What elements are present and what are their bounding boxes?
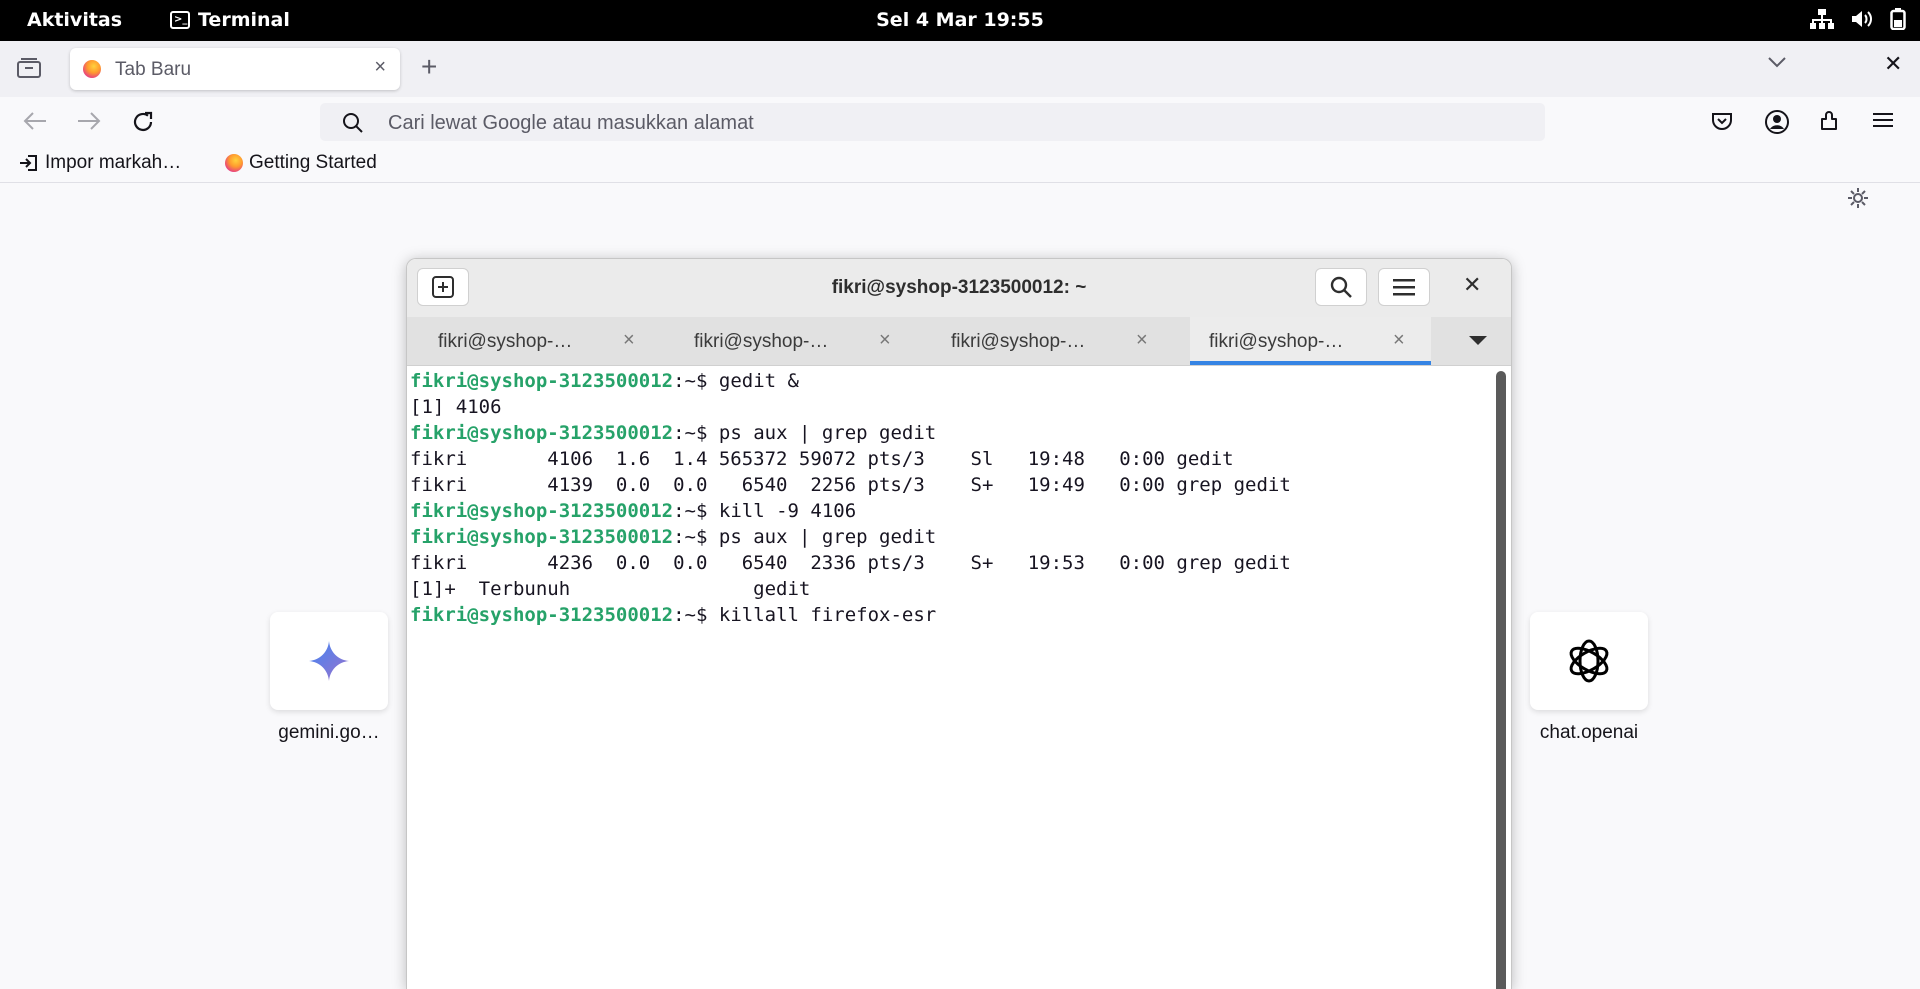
app-menu-label: Terminal [198, 9, 290, 31]
battery-icon [1890, 8, 1906, 30]
activities-button[interactable]: Aktivitas [27, 9, 122, 31]
hamburger-menu-icon [1393, 279, 1415, 296]
shell-prompt: fikri@syshop-3123500012 [410, 526, 674, 548]
top-bar: Aktivitas >_ Terminal Sel 4 Mar 19:55 [0, 0, 1920, 41]
prompt-suffix: :~$ [673, 604, 719, 626]
terminal-command-line: fikri@syshop-3123500012:~$ gedit & [410, 368, 1495, 394]
bookmarks-toolbar: Impor markah… Getting Started [0, 147, 1920, 183]
openai-logo-icon [1569, 639, 1609, 683]
new-tab-button[interactable] [417, 268, 469, 306]
terminal-scrollbar[interactable] [1496, 371, 1506, 989]
command-text: ps aux | grep gedit [718, 422, 937, 444]
account-icon[interactable] [1764, 109, 1790, 135]
shell-prompt: fikri@syshop-3123500012 [410, 422, 674, 444]
app-menu[interactable]: >_ Terminal [170, 9, 290, 31]
terminal-output-line: fikri 4236 0.0 0.0 6540 2336 pts/3 S+ 19… [410, 550, 1495, 576]
chevron-down-icon[interactable] [1767, 55, 1787, 69]
browser-tab-strip: Tab Baru × + ✕ [0, 41, 1920, 97]
bookmark-label: Impor markah… [45, 152, 182, 173]
firefox-favicon-icon [83, 60, 101, 78]
terminal-window: fikri@syshop-3123500012: ~ ✕ fikri@sysho… [406, 258, 1512, 989]
terminal-command-line: fikri@syshop-3123500012:~$ ps aux | grep… [410, 524, 1495, 550]
prompt-suffix: :~$ [673, 370, 719, 392]
terminal-command-line: fikri@syshop-3123500012:~$ killall firef… [410, 602, 1495, 628]
terminal-tab[interactable]: fikri@syshop-… × [920, 317, 1161, 365]
search-icon [1330, 276, 1352, 298]
gear-icon[interactable] [1847, 187, 1869, 209]
output-text: fikri 4106 1.6 1.4 565372 59072 pts/3 Sl… [410, 448, 1234, 470]
shortcut-tile-openai[interactable] [1530, 612, 1648, 710]
browser-tab[interactable]: Tab Baru × [70, 48, 400, 90]
terminal-app-icon: >_ [170, 11, 190, 29]
pocket-icon[interactable] [1710, 109, 1734, 133]
terminal-tab-bar: fikri@syshop-… × fikri@syshop-… × fikri@… [407, 317, 1511, 366]
prompt-suffix: :~$ [673, 500, 719, 522]
new-tab-button[interactable]: + [421, 51, 437, 83]
terminal-tab[interactable]: fikri@syshop-… × [663, 317, 904, 365]
terminal-output-line: fikri 4106 1.6 1.4 565372 59072 pts/3 Sl… [410, 446, 1495, 472]
reload-icon[interactable] [131, 110, 155, 134]
tab-overflow-dropdown-icon[interactable] [1469, 336, 1487, 345]
shortcut-tile-gemini[interactable] [270, 612, 388, 710]
terminal-command-line: fikri@syshop-3123500012:~$ kill -9 4106 [410, 498, 1495, 524]
prompt-suffix: :~$ [673, 526, 719, 548]
output-text: [1] 4106 [410, 396, 502, 418]
terminal-output[interactable]: fikri@syshop-3123500012:~$ gedit & [1] 41… [410, 368, 1495, 988]
url-bar[interactable]: Cari lewat Google atau masukkan alamat [320, 103, 1545, 141]
bookmark-import[interactable]: Impor markah… [19, 152, 181, 174]
browser-nav-bar: Cari lewat Google atau masukkan alamat [0, 97, 1920, 147]
search-icon [343, 113, 363, 133]
shell-prompt: fikri@syshop-3123500012 [410, 604, 674, 626]
terminal-search-button[interactable] [1315, 268, 1367, 306]
prompt-suffix: :~$ [673, 422, 719, 444]
firefox-favicon-icon [225, 154, 243, 172]
terminal-headerbar: fikri@syshop-3123500012: ~ ✕ [407, 259, 1511, 318]
close-tab-icon[interactable]: × [1136, 329, 1148, 352]
terminal-menu-button[interactable] [1378, 268, 1430, 306]
terminal-output-line: [1]+ Terbunuh gedit [410, 576, 1495, 602]
new-tab-icon [432, 276, 454, 298]
window-close-icon[interactable]: ✕ [1884, 51, 1902, 77]
terminal-tab-label: fikri@syshop-… [438, 331, 573, 352]
output-text: fikri 4236 0.0 0.0 6540 2336 pts/3 S+ 19… [410, 552, 1291, 574]
firefox-view-icon[interactable] [16, 57, 42, 79]
close-tab-icon[interactable]: × [374, 56, 386, 79]
shell-prompt: fikri@syshop-3123500012 [410, 370, 674, 392]
close-icon[interactable]: ✕ [1463, 272, 1481, 298]
bookmark-label: Getting Started [249, 152, 377, 173]
clock[interactable]: Sel 4 Mar 19:55 [876, 9, 1044, 31]
terminal-tab[interactable]: fikri@syshop-… × [407, 317, 648, 365]
terminal-output-line: fikri 4139 0.0 0.0 6540 2256 pts/3 S+ 19… [410, 472, 1495, 498]
volume-icon [1852, 11, 1872, 27]
system-tray[interactable] [1810, 8, 1906, 30]
shortcut-label: gemini.go… [278, 722, 380, 743]
terminal-tab-label: fikri@syshop-… [1209, 331, 1344, 352]
command-text: ps aux | grep gedit [718, 526, 937, 548]
gemini-sparkle-icon [309, 641, 349, 681]
command-text: gedit & [718, 370, 799, 392]
back-arrow-icon[interactable] [22, 110, 48, 132]
terminal-tab-active[interactable]: fikri@syshop-… × [1190, 317, 1431, 365]
bookmark-getting-started[interactable]: Getting Started [225, 152, 377, 174]
forward-arrow-icon[interactable] [76, 110, 102, 132]
close-tab-icon[interactable]: × [1393, 329, 1405, 352]
close-tab-icon[interactable]: × [623, 329, 635, 352]
output-text: fikri 4139 0.0 0.0 6540 2256 pts/3 S+ 19… [410, 474, 1291, 496]
terminal-tab-label: fikri@syshop-… [694, 331, 829, 352]
close-tab-icon[interactable]: × [879, 329, 891, 352]
terminal-output-line: [1] 4106 [410, 394, 1495, 420]
output-text: [1]+ Terbunuh gedit [410, 578, 811, 600]
browser-tab-title: Tab Baru [115, 59, 192, 80]
shell-prompt: fikri@syshop-3123500012 [410, 500, 674, 522]
terminal-command-line: fikri@syshop-3123500012:~$ ps aux | grep… [410, 420, 1495, 446]
network-wired-icon [1810, 9, 1834, 29]
extensions-icon[interactable] [1818, 109, 1842, 133]
command-text: killall firefox-esr [718, 604, 937, 626]
command-text: kill -9 4106 [718, 500, 857, 522]
import-icon [20, 155, 37, 171]
hamburger-menu-icon[interactable] [1872, 109, 1894, 131]
terminal-tab-label: fikri@syshop-… [951, 331, 1086, 352]
shortcut-label: chat.openai [1539, 722, 1639, 743]
url-bar-placeholder: Cari lewat Google atau masukkan alamat [388, 112, 754, 134]
